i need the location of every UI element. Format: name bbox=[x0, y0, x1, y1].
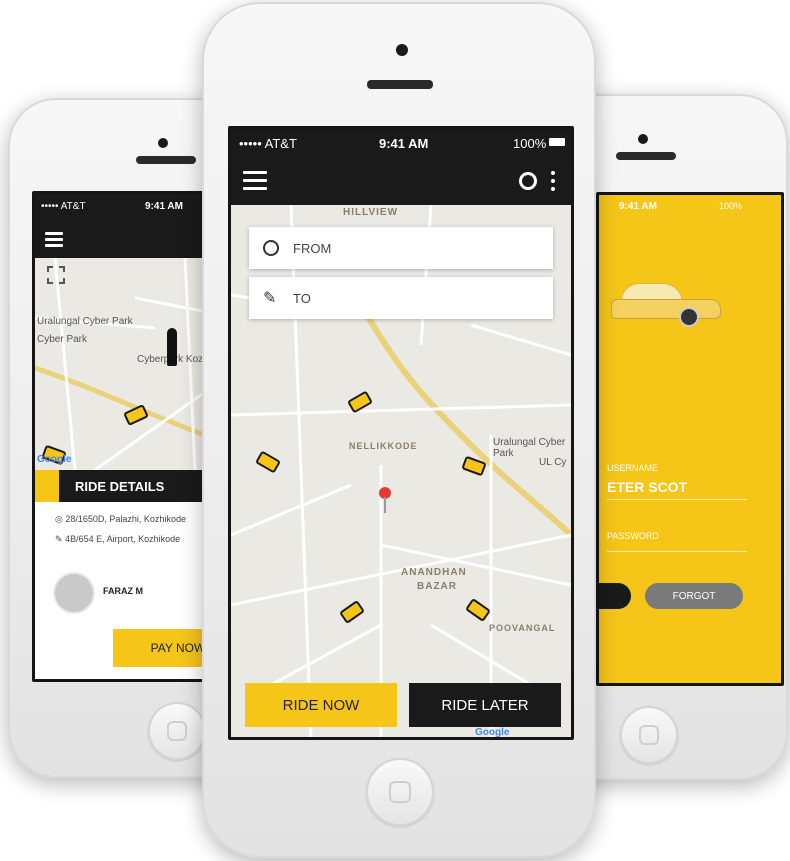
home-button[interactable] bbox=[148, 702, 206, 760]
speaker-grille bbox=[367, 80, 433, 89]
google-logo: Google bbox=[37, 454, 72, 465]
from-field[interactable]: FROM bbox=[249, 227, 553, 269]
forgot-button[interactable]: FORGOT bbox=[645, 583, 743, 609]
map-label-hillview: HILLVIEW bbox=[343, 207, 399, 218]
carrier-text: ••••• AT&T bbox=[239, 136, 297, 151]
home-button[interactable] bbox=[620, 706, 678, 764]
pencil-icon: ✎ bbox=[55, 534, 63, 544]
refresh-icon[interactable] bbox=[519, 172, 537, 190]
to-address: 4B/654 E, Airport, Kozhikode bbox=[65, 534, 181, 544]
person-marker-icon bbox=[167, 328, 177, 366]
avatar bbox=[53, 572, 95, 614]
front-camera bbox=[638, 134, 648, 144]
time-text: 9:41 AM bbox=[379, 136, 429, 151]
menu-icon[interactable] bbox=[243, 171, 267, 191]
to-label: TO bbox=[293, 291, 311, 306]
to-row: ✎ 4B/654 E, Airport, Kozhikode bbox=[55, 534, 180, 545]
battery-icon bbox=[549, 138, 565, 146]
divider bbox=[607, 499, 747, 500]
driver-name: FARAZ M bbox=[103, 586, 143, 596]
speaker-grille bbox=[616, 152, 676, 160]
time-text: 9:41 AM bbox=[619, 201, 657, 212]
taxi-car-image bbox=[611, 283, 721, 327]
login-button[interactable] bbox=[599, 583, 631, 609]
front-camera bbox=[396, 44, 408, 56]
speaker-grille bbox=[136, 156, 196, 164]
ride-now-button[interactable]: RIDE NOW bbox=[245, 683, 397, 727]
map-label-nellikkode: NELLIKKODE bbox=[349, 441, 418, 451]
google-logo: Google bbox=[475, 727, 510, 737]
location-icon: ◎ bbox=[55, 514, 63, 524]
password-label: PASSWORD bbox=[607, 531, 659, 541]
center-screen: ••••• AT&T 9:41 AM 100% HILLVIEW NELLIKK… bbox=[228, 126, 574, 740]
home-button[interactable] bbox=[366, 758, 434, 826]
location-pin-stem bbox=[384, 497, 386, 513]
from-label: FROM bbox=[293, 241, 332, 256]
map-label-uralungal: Uralungal Cyber Park bbox=[493, 437, 566, 459]
from-row: ◎ 28/1650D, Palazhi, Kozhikode bbox=[55, 514, 186, 525]
target-icon bbox=[263, 240, 279, 256]
divider bbox=[607, 551, 747, 552]
ride-later-label: RIDE LATER bbox=[441, 696, 529, 714]
menu-icon[interactable] bbox=[45, 232, 63, 247]
pencil-icon: ✎ bbox=[263, 290, 277, 307]
to-field[interactable]: ✎ TO bbox=[249, 277, 553, 319]
status-bar: ••••• AT&T 9:41 AM 100% bbox=[231, 129, 571, 157]
battery-text: 100% bbox=[719, 201, 743, 211]
forgot-label: FORGOT bbox=[672, 590, 716, 602]
battery-text: 100% bbox=[513, 136, 547, 151]
ride-now-label: RIDE NOW bbox=[282, 696, 360, 714]
map-label-bazar: BAZAR bbox=[417, 581, 457, 592]
map-label-anandhan: ANANDHAN bbox=[401, 567, 467, 578]
map-label-uralungal: Uralungal Cyber Park bbox=[37, 316, 133, 327]
swap-icon[interactable] bbox=[35, 470, 59, 502]
front-camera bbox=[158, 138, 168, 148]
ride-details-title: RIDE DETAILS bbox=[75, 479, 165, 494]
right-screen: 9:41 AM 100% USERNAME ETER SCOT PASSWORD… bbox=[596, 192, 784, 686]
time-text: 9:41 AM bbox=[145, 201, 183, 212]
map-label-poovangal: POOVANGAL bbox=[489, 623, 556, 633]
app-bar bbox=[231, 157, 571, 205]
pay-now-label: PAY NOW bbox=[150, 641, 206, 655]
carrier-text: ••••• AT&T bbox=[41, 201, 86, 212]
phone-center: ••••• AT&T 9:41 AM 100% HILLVIEW NELLIKK… bbox=[202, 2, 596, 858]
more-icon[interactable] bbox=[551, 171, 555, 191]
fullscreen-icon[interactable] bbox=[47, 266, 65, 284]
username-field[interactable]: ETER SCOT bbox=[607, 479, 687, 495]
from-address: 28/1650D, Palazhi, Kozhikode bbox=[65, 514, 186, 524]
map-label-cyber-park: Cyber Park bbox=[37, 334, 88, 345]
ride-later-button[interactable]: RIDE LATER bbox=[409, 683, 561, 727]
map-label-ul: UL Cy bbox=[539, 457, 567, 468]
username-label: USERNAME bbox=[607, 463, 659, 473]
